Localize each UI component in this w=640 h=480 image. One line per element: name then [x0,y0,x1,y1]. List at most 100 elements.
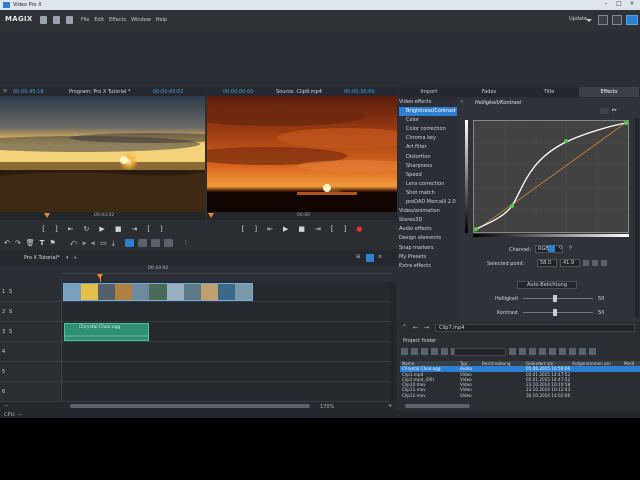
brightness-slider-handle[interactable] [553,295,557,302]
effect-item[interactable]: Shot match [399,189,457,198]
effects-category[interactable]: Audio effects [399,225,457,234]
audio-mix-icon[interactable]: ⫶ [185,239,187,248]
effects-category-video[interactable]: Video effects [399,98,457,107]
group-icon[interactable]: ▭ [100,239,107,247]
timeline-vscroll[interactable] [390,282,396,402]
cut-tool-icon[interactable] [150,239,160,247]
preset-dropdown-icon[interactable] [600,108,609,114]
tab-fades[interactable]: Fades [459,87,519,97]
effects-category[interactable]: Design elements [399,234,457,243]
update-button[interactable]: Update [569,16,587,22]
back-nav-icon[interactable]: ← [413,324,418,331]
copy-icon[interactable] [431,348,438,355]
play-icon[interactable]: ▶ [99,225,104,233]
contrast-slider-handle[interactable] [553,309,557,316]
timeline-hscroll[interactable] [70,404,310,408]
source-mark-in-icon[interactable]: [ [242,225,245,233]
menu-window[interactable]: Window [131,17,151,23]
menu-effects[interactable]: Effects [109,17,126,23]
effects-category[interactable]: Snap markers [399,244,457,253]
tab-dropdown-icon[interactable]: ▾ [66,255,69,261]
new-folder-icon[interactable] [421,348,428,355]
update-dropdown-icon[interactable] [586,19,592,22]
prev-marker-icon[interactable]: ⇤ [68,225,74,233]
cut-icon[interactable]: ⤺ [70,239,77,248]
pointer-tool-icon[interactable] [124,239,134,247]
marker-icon[interactable]: ⚑ [49,239,55,247]
title-icon[interactable]: T [40,239,45,247]
source-scrub-bar[interactable]: 00:00 [207,212,397,220]
paste-icon[interactable] [441,348,448,355]
effect-item[interactable]: Art filter [399,143,457,152]
project-tab[interactable]: Pro X Tutorial* [24,255,59,261]
effect-item[interactable]: Color [399,116,457,125]
auto-exposure-button[interactable]: Auto-Belichtung [517,281,577,289]
tools-icon[interactable] [626,15,638,25]
view-icon[interactable] [579,348,586,355]
tab-effects[interactable]: Effects [579,87,639,97]
explorer-search-input[interactable] [454,348,506,356]
explorer-path[interactable]: Clip7.mp4 [435,324,635,332]
effect-item[interactable]: proDAD Mercalli 2.0 [399,198,457,207]
zoom-level[interactable]: 170% [320,404,334,410]
effect-item[interactable]: Lens correction [399,180,457,189]
source-next-icon[interactable]: ⇥ [315,225,321,233]
track-solo[interactable]: S [9,329,12,335]
source-prev-icon[interactable]: ⇤ [267,225,273,233]
source-out-icon[interactable]: ] [344,225,347,233]
point-reset-icon[interactable] [601,260,607,266]
effects-category[interactable]: Stereo3D [399,216,457,225]
add-tab-icon[interactable]: + [73,255,77,261]
collapse-icon[interactable]: ⌃ [402,324,407,331]
source-in-icon[interactable]: [ [331,225,334,233]
link-icon[interactable]: ⚲ [569,245,573,251]
timeline-view-icon[interactable] [366,254,374,262]
program-playhead-icon[interactable] [44,213,50,218]
mark-in-icon[interactable]: [ [42,225,45,233]
channel-rgb-icon[interactable] [548,245,555,252]
view-icon[interactable] [549,348,556,355]
view-icon[interactable] [589,348,596,355]
settings-icon[interactable] [612,15,622,25]
brightness-slider[interactable] [523,298,593,299]
effect-item[interactable]: Distortion [399,153,457,162]
reset-icon[interactable]: ⟲ [558,245,562,251]
preset-menu-icon[interactable]: ▸▸ [612,107,617,113]
next-marker-icon[interactable]: ⇥ [131,225,137,233]
back-icon[interactable]: « [460,99,463,105]
clip-in-icon[interactable]: [ [147,225,150,233]
playhead-handle-icon[interactable] [97,274,103,279]
source-stop-icon[interactable]: ■ [298,225,305,233]
maximize-icon[interactable]: □ [613,0,625,9]
view-icon[interactable] [519,348,526,355]
track-solo[interactable]: S [9,289,12,295]
forward-nav-icon[interactable]: → [424,324,429,331]
open-icon[interactable] [53,16,60,24]
import-icon[interactable] [401,348,408,355]
view-icon[interactable] [529,348,536,355]
source-play-icon[interactable]: ▶ [283,225,288,233]
trim-icon[interactable]: ⫷ [91,239,95,248]
program-preview[interactable] [0,96,205,212]
panel-scrollbar[interactable] [635,118,639,318]
insert-icon[interactable]: ⤓ [112,239,115,248]
point-add-icon[interactable] [583,260,589,266]
view-icon[interactable] [569,348,576,355]
effects-category[interactable]: My Presets [399,253,457,262]
tab-title[interactable]: Title [519,87,579,97]
view-icon[interactable] [509,348,516,355]
layout-icon[interactable] [598,15,608,25]
record-icon[interactable]: ● [356,225,362,233]
view-icon[interactable]: ⊞ [356,254,360,260]
effect-item[interactable]: Chroma key [399,134,457,143]
effect-item[interactable]: Brightness/Contrast [399,107,457,117]
view-icon[interactable] [559,348,566,355]
delete-icon[interactable]: 🗑 [26,239,35,247]
redo-icon[interactable]: ↷ [15,239,21,247]
point-x-field[interactable]: 58.0 [537,259,557,267]
curve-graph[interactable]: · [473,120,629,233]
new-file-icon[interactable] [40,16,47,24]
folder-icon[interactable] [411,348,418,355]
menu-icon[interactable]: ≡ [3,88,7,94]
zoom-in-icon[interactable]: + [388,403,392,409]
